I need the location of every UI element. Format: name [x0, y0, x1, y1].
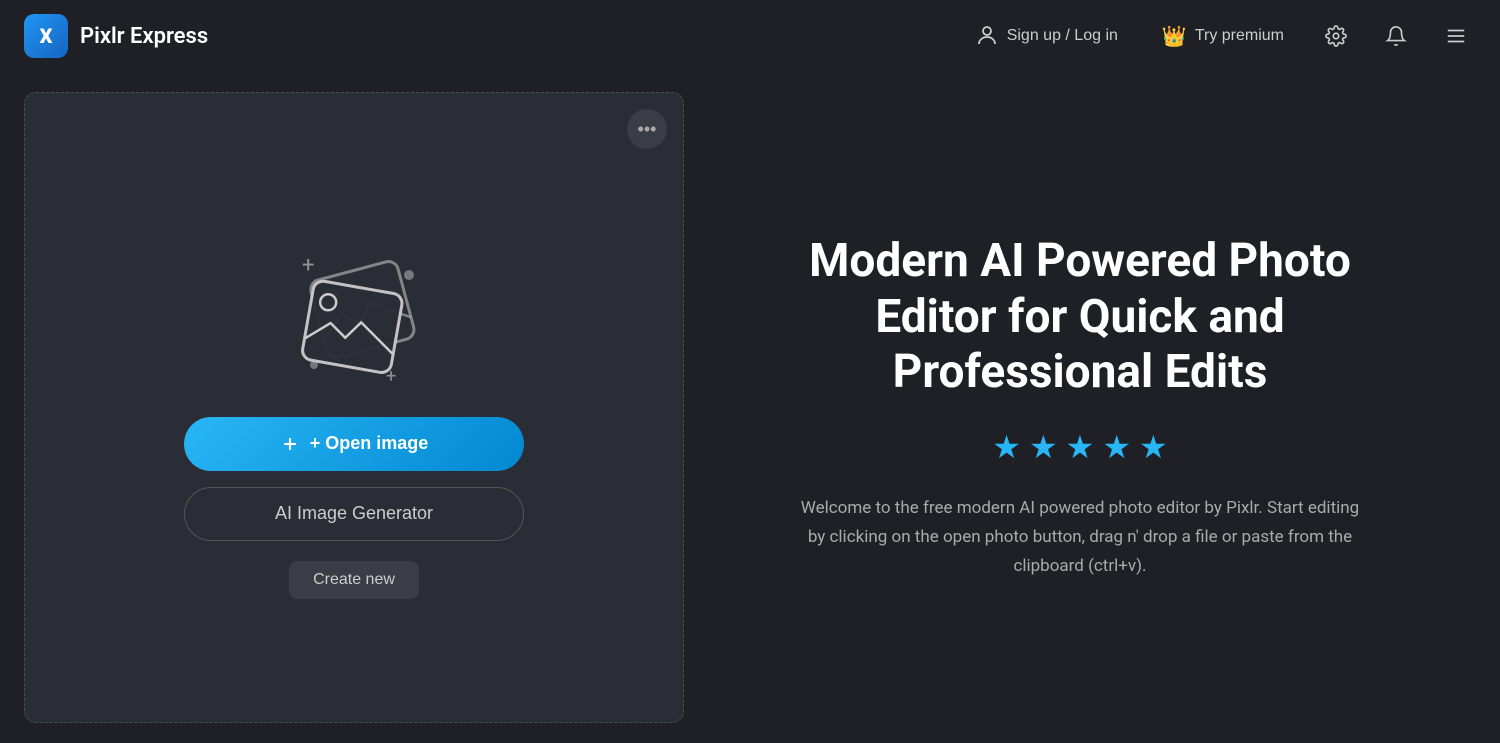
- star-2: ★: [1029, 428, 1058, 466]
- star-5: ★: [1139, 428, 1168, 466]
- photo-illustration: + +: [254, 217, 454, 417]
- svg-text:+: +: [302, 253, 314, 278]
- try-premium-button[interactable]: 👑 Try premium: [1150, 16, 1296, 57]
- star-1: ★: [992, 428, 1021, 466]
- app-header: X Pixlr Express Sign up / Log in 👑 Try p…: [0, 0, 1500, 72]
- open-image-button[interactable]: + Open image: [184, 417, 524, 471]
- plus-icon: [280, 434, 300, 454]
- ellipsis-icon: •••: [638, 119, 657, 140]
- open-image-label: + Open image: [310, 433, 429, 454]
- person-icon: [975, 24, 999, 48]
- left-panel: ••• + +: [24, 92, 684, 723]
- crown-icon: 👑: [1162, 24, 1187, 49]
- sign-up-button[interactable]: Sign up / Log in: [963, 16, 1130, 56]
- more-options-button[interactable]: •••: [627, 109, 667, 149]
- star-3: ★: [1066, 428, 1095, 466]
- menu-button[interactable]: [1436, 16, 1476, 56]
- app-logo: X: [24, 14, 68, 58]
- settings-icon: [1325, 25, 1347, 47]
- app-title: Pixlr Express: [80, 24, 208, 49]
- main-content: ••• + +: [0, 72, 1500, 743]
- ai-generator-button[interactable]: AI Image Generator: [184, 487, 524, 541]
- create-new-button[interactable]: Create new: [289, 561, 419, 599]
- header-right: Sign up / Log in 👑 Try premium: [963, 16, 1476, 57]
- create-new-label: Create new: [313, 571, 395, 588]
- hero-description: Welcome to the free modern AI powered ph…: [800, 494, 1360, 581]
- star-4: ★: [1102, 428, 1131, 466]
- hero-title: Modern AI Powered Photo Editor for Quick…: [764, 234, 1396, 400]
- notification-button[interactable]: [1376, 16, 1416, 56]
- ai-generator-label: AI Image Generator: [275, 503, 433, 524]
- header-left: X Pixlr Express: [24, 14, 208, 58]
- stars-row: ★ ★ ★ ★ ★: [992, 428, 1167, 466]
- menu-icon: [1445, 25, 1467, 47]
- bell-icon: [1385, 25, 1407, 47]
- right-panel: Modern AI Powered Photo Editor for Quick…: [684, 92, 1476, 723]
- settings-button[interactable]: [1316, 16, 1356, 56]
